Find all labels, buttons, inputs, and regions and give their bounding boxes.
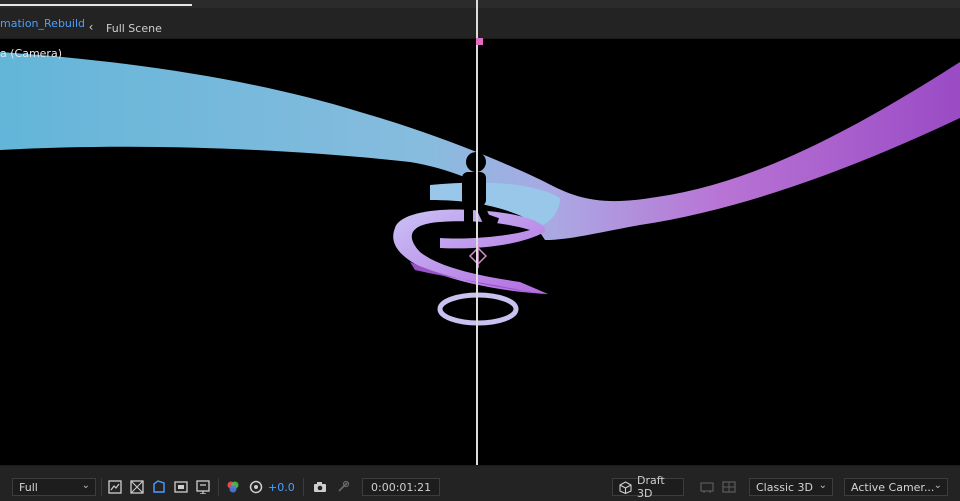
resolution-select[interactable]: Full ⌄ xyxy=(12,478,96,496)
color-channel-icon[interactable] xyxy=(226,480,240,494)
chevron-down-icon: ⌄ xyxy=(81,480,90,491)
view-select[interactable]: Active Camer... ⌄ xyxy=(844,478,948,496)
mask-path-icon[interactable] xyxy=(152,480,166,494)
divider xyxy=(303,478,304,496)
snapshot-icon[interactable] xyxy=(108,480,122,494)
guides-icon[interactable] xyxy=(196,480,210,494)
show-snapshot-icon[interactable] xyxy=(336,480,350,494)
time-navigator-range[interactable] xyxy=(0,4,192,6)
view-value: Active Camer... xyxy=(851,480,935,494)
current-time-display[interactable]: 0:00:01:21 xyxy=(362,478,441,496)
exposure-reset-icon[interactable] xyxy=(249,480,263,494)
tab-full-scene[interactable]: Full Scene xyxy=(106,22,162,35)
region-of-interest-icon[interactable] xyxy=(174,480,188,494)
timecode-value: 0:00:01:21 xyxy=(371,480,432,494)
chevron-down-icon: ⌄ xyxy=(933,480,942,491)
resolution-value: Full xyxy=(19,480,38,494)
exposure-value[interactable]: +0.0 xyxy=(268,481,295,494)
tab-composition-label: mation_Rebuild xyxy=(0,16,85,30)
camera-label: a (Camera) xyxy=(0,47,62,60)
renderer-value: Classic 3D xyxy=(756,480,814,494)
draft3d-cube-icon xyxy=(619,481,632,497)
3d-ground-plane-icon[interactable] xyxy=(700,480,714,494)
composition-viewer[interactable] xyxy=(0,39,960,465)
renderer-select[interactable]: Classic 3D ⌄ xyxy=(749,478,833,496)
draft-3d-label: Draft 3D xyxy=(637,474,665,500)
divider xyxy=(101,478,102,496)
playhead-marker-top[interactable] xyxy=(476,38,483,45)
chevron-left-icon[interactable]: ‹ xyxy=(84,20,98,34)
chevron-down-icon: ⌄ xyxy=(818,480,827,491)
divider xyxy=(218,478,219,496)
scene-render xyxy=(0,52,960,326)
time-navigator-strip[interactable] xyxy=(0,0,960,8)
composition-tab-row: mation_Rebuild ‹ Full Scene xyxy=(0,8,960,39)
playhead-line[interactable] xyxy=(476,0,478,500)
transparency-grid-icon[interactable] xyxy=(130,480,144,494)
extended-viewer-icon[interactable] xyxy=(722,480,736,494)
draft-3d-button[interactable]: Draft 3D xyxy=(612,474,684,500)
camera-snapshot-icon[interactable] xyxy=(313,480,327,494)
tab-composition[interactable]: mation_Rebuild xyxy=(0,11,95,35)
